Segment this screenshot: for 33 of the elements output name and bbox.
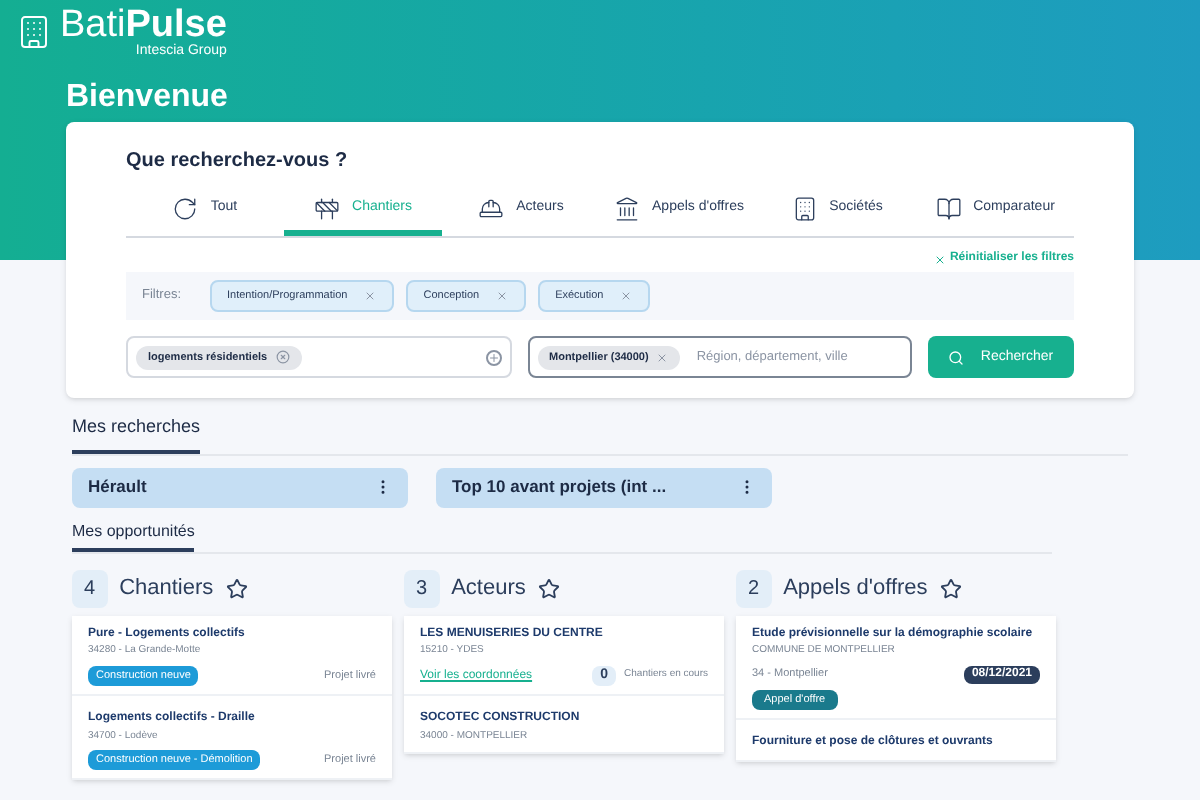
barrier-icon	[314, 196, 341, 222]
saved-search-title: Hérault	[88, 474, 147, 501]
remove-icon[interactable]	[275, 350, 290, 365]
remove-icon[interactable]	[363, 290, 376, 303]
saved-search-card[interactable]: Hérault	[72, 467, 408, 508]
count-badge: 3	[404, 569, 440, 608]
saved-search-title: Top 10 avant projets (int ...	[452, 474, 667, 501]
remove-icon[interactable]	[619, 290, 632, 303]
star-icon[interactable]	[939, 577, 962, 600]
section-title: Mes opportunités	[72, 519, 195, 552]
brand-name: BatiPulse	[60, 6, 227, 44]
star-icon[interactable]	[537, 577, 560, 600]
section-title: Mes recherches	[72, 414, 201, 454]
logo-icon	[16, 14, 52, 50]
search-icon	[948, 349, 965, 366]
column-title: Appels d'offres	[783, 574, 928, 604]
search-heading: Que recherchez-vous ?	[126, 148, 350, 176]
close-icon	[933, 253, 946, 265]
column-title: Chantiers	[119, 574, 214, 604]
count-badge: 2	[736, 569, 772, 608]
saved-search-card[interactable]: Top 10 avant projets (int ...	[436, 467, 772, 508]
star-icon[interactable]	[225, 577, 248, 600]
add-icon[interactable]	[485, 349, 501, 366]
column-title: Acteurs	[451, 574, 526, 604]
refresh-icon	[172, 196, 199, 222]
remove-icon[interactable]	[656, 351, 669, 364]
remove-icon[interactable]	[495, 290, 508, 303]
book-icon	[935, 196, 962, 222]
count-badge: 4	[72, 569, 108, 608]
building-icon	[791, 196, 818, 222]
hard-hat-icon	[478, 196, 505, 222]
page-title: Bienvenue	[66, 78, 230, 118]
bank-icon	[614, 196, 641, 222]
